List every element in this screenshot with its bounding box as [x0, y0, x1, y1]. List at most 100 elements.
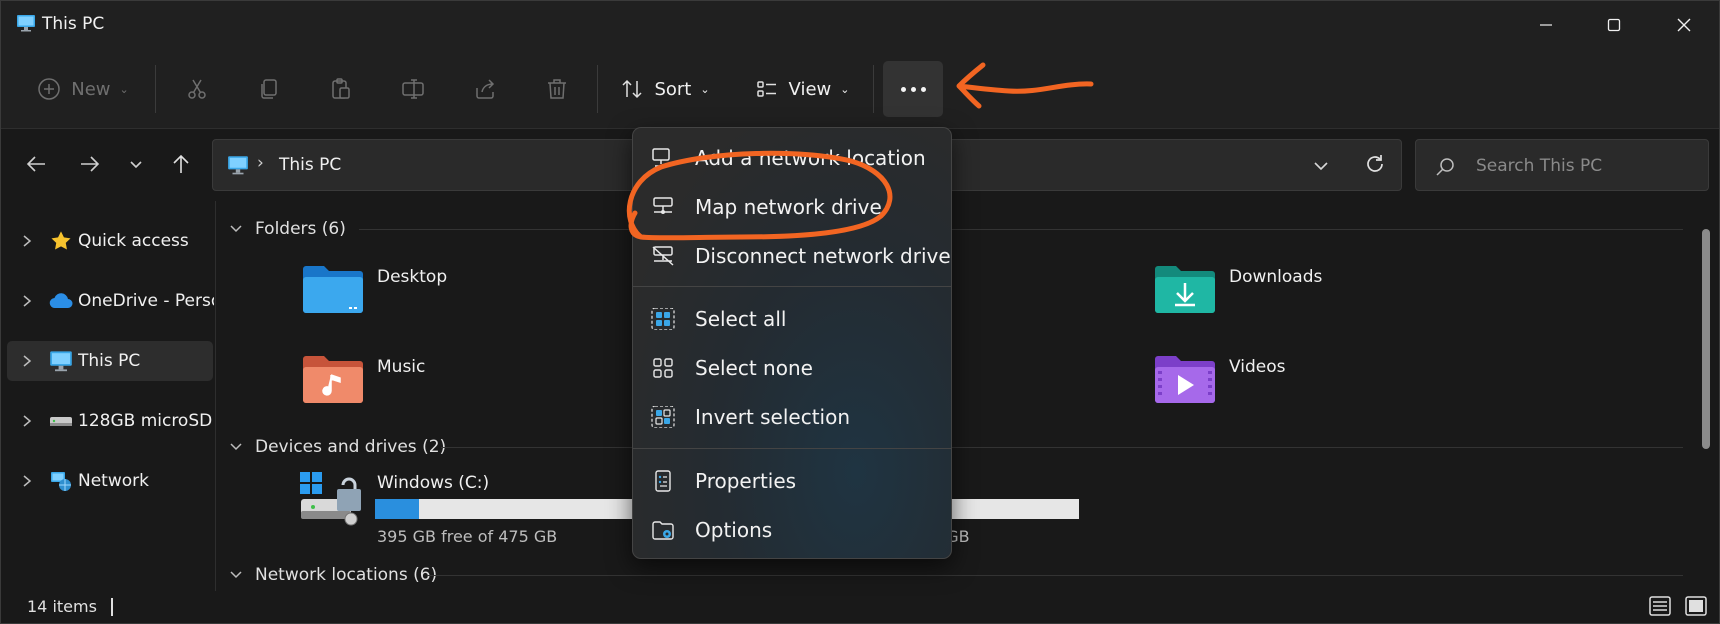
folder-name: Music	[377, 357, 426, 377]
details-view-button[interactable]	[1647, 595, 1673, 617]
menu-item-options[interactable]: Options	[639, 508, 945, 552]
menu-item-properties[interactable]: Properties	[639, 459, 945, 503]
sidebar-item-quick-access[interactable]: Quick access	[7, 221, 213, 261]
folder-name: Videos	[1229, 357, 1286, 377]
chevron-down-icon: ⌄	[700, 82, 710, 96]
chevron-down-icon	[230, 571, 242, 579]
chevron-right-icon[interactable]	[21, 294, 33, 308]
section-header-devices[interactable]: Devices and drives (2)	[229, 437, 446, 457]
status-divider	[111, 598, 113, 616]
maximize-icon	[1607, 18, 1621, 32]
cloud-icon	[49, 293, 73, 309]
videos-folder-icon	[1155, 356, 1215, 403]
select-none-icon	[653, 358, 673, 378]
menu-item-select-all[interactable]: Select all	[639, 297, 945, 341]
breadcrumb-this-pc[interactable]: This PC	[279, 155, 341, 175]
drive-usage-bar	[375, 499, 635, 519]
menu-item-select-none[interactable]: Select none	[639, 346, 945, 390]
command-bar: New ⌄ Sort ⌄ View ⌄	[1, 49, 1719, 129]
folder-music[interactable]: Music	[301, 353, 601, 423]
sidebar-item-label: Quick access	[78, 231, 189, 251]
title-bar: This PC	[1, 1, 1719, 49]
cut-icon	[188, 79, 206, 99]
chevron-down-icon	[230, 225, 242, 233]
select-all-icon	[651, 308, 675, 330]
chevron-down-icon: ⌄	[840, 82, 850, 96]
up-button[interactable]	[166, 149, 196, 179]
close-button[interactable]	[1649, 1, 1719, 49]
cut-button[interactable]	[173, 61, 221, 117]
chevron-right-icon[interactable]	[21, 354, 33, 368]
maximize-button[interactable]	[1579, 1, 1649, 49]
pane-divider[interactable]	[215, 201, 216, 591]
sort-button[interactable]: Sort ⌄	[615, 61, 715, 117]
toolbar-divider	[597, 65, 598, 113]
view-button[interactable]: View ⌄	[749, 61, 855, 117]
sidebar-item-microsd[interactable]: 128GB microSD (D:)	[7, 401, 214, 441]
menu-item-disconnect-network-drive[interactable]: Disconnect network drive	[639, 234, 951, 278]
section-header-folders[interactable]: Folders (6)	[229, 219, 346, 239]
vertical-scrollbar[interactable]	[1702, 229, 1710, 449]
menu-item-add-network-location[interactable]: Add a network location	[639, 136, 945, 180]
chevron-down-icon[interactable]	[1311, 156, 1331, 176]
refresh-icon[interactable]	[1363, 152, 1387, 176]
toolbar-divider	[155, 65, 156, 113]
network-icon	[51, 472, 71, 491]
windows-drive-icon	[300, 472, 361, 526]
folder-videos[interactable]: Videos	[1153, 353, 1453, 423]
paste-button[interactable]	[317, 61, 365, 117]
navigation-pane: Quick access OneDrive - Personal This PC…	[1, 201, 215, 591]
drive-windows-c[interactable]: Windows (C:) 395 GB free of 475 GB	[299, 471, 639, 546]
tiles-view-button[interactable]	[1683, 595, 1709, 617]
drive-microsd[interactable]: :) 7 GB	[931, 471, 1081, 546]
delete-button[interactable]	[533, 61, 581, 117]
rename-icon	[402, 79, 424, 99]
section-title: Network locations (6)	[255, 565, 438, 585]
delete-icon	[548, 79, 566, 99]
section-header-network[interactable]: Network locations (6)	[229, 565, 437, 585]
minimize-button[interactable]	[1511, 1, 1581, 49]
file-explorer-window: This PC New ⌄ Sort ⌄ View ⌄ › This PC Se…	[0, 0, 1720, 624]
minimize-icon	[1540, 24, 1552, 26]
plus-circle-icon	[38, 78, 60, 100]
sidebar-item-onedrive[interactable]: OneDrive - Personal	[7, 281, 214, 321]
menu-item-label: Disconnect network drive	[695, 244, 951, 268]
back-button[interactable]	[21, 149, 51, 179]
more-options-button[interactable]	[883, 61, 943, 117]
menu-item-label: Add a network location	[695, 146, 926, 170]
sidebar-item-this-pc[interactable]: This PC	[7, 341, 213, 381]
menu-item-label: Invert selection	[695, 405, 851, 429]
sidebar-item-label: OneDrive - Personal	[78, 291, 214, 311]
rename-button[interactable]	[389, 61, 437, 117]
menu-item-label: Properties	[695, 469, 797, 493]
forward-button[interactable]	[75, 149, 105, 179]
chevron-right-icon[interactable]	[21, 414, 33, 428]
tiles-view-icon	[1685, 596, 1707, 616]
star-icon	[51, 231, 71, 250]
chevron-right-icon[interactable]	[21, 234, 33, 248]
search-input[interactable]: Search This PC	[1476, 156, 1602, 176]
menu-item-map-network-drive[interactable]: Map network drive	[639, 185, 945, 229]
sort-icon	[622, 79, 642, 99]
folder-name: Desktop	[377, 267, 448, 287]
sidebar-item-network[interactable]: Network	[7, 461, 213, 501]
section-divider	[427, 575, 1683, 576]
menu-item-label: Options	[695, 518, 773, 542]
chevron-right-icon[interactable]	[21, 474, 33, 488]
drive-usage-bar	[931, 499, 1079, 519]
sidebar-item-label: This PC	[78, 351, 141, 371]
desktop-folder-icon	[303, 266, 363, 313]
arrow-left-icon	[26, 156, 45, 172]
arrow-up-icon	[173, 154, 189, 173]
more-icon-dot	[920, 86, 926, 92]
folder-desktop[interactable]: Desktop	[301, 263, 601, 333]
share-icon	[476, 79, 495, 99]
folder-downloads[interactable]: Downloads	[1153, 263, 1453, 333]
menu-item-invert-selection[interactable]: Invert selection	[639, 395, 945, 439]
recent-locations-button[interactable]	[121, 149, 151, 179]
new-button[interactable]: New ⌄	[31, 61, 135, 117]
search-box[interactable]: Search This PC	[1415, 139, 1709, 191]
copy-button[interactable]	[245, 61, 293, 117]
folder-name: Downloads	[1229, 267, 1323, 287]
share-button[interactable]	[461, 61, 509, 117]
